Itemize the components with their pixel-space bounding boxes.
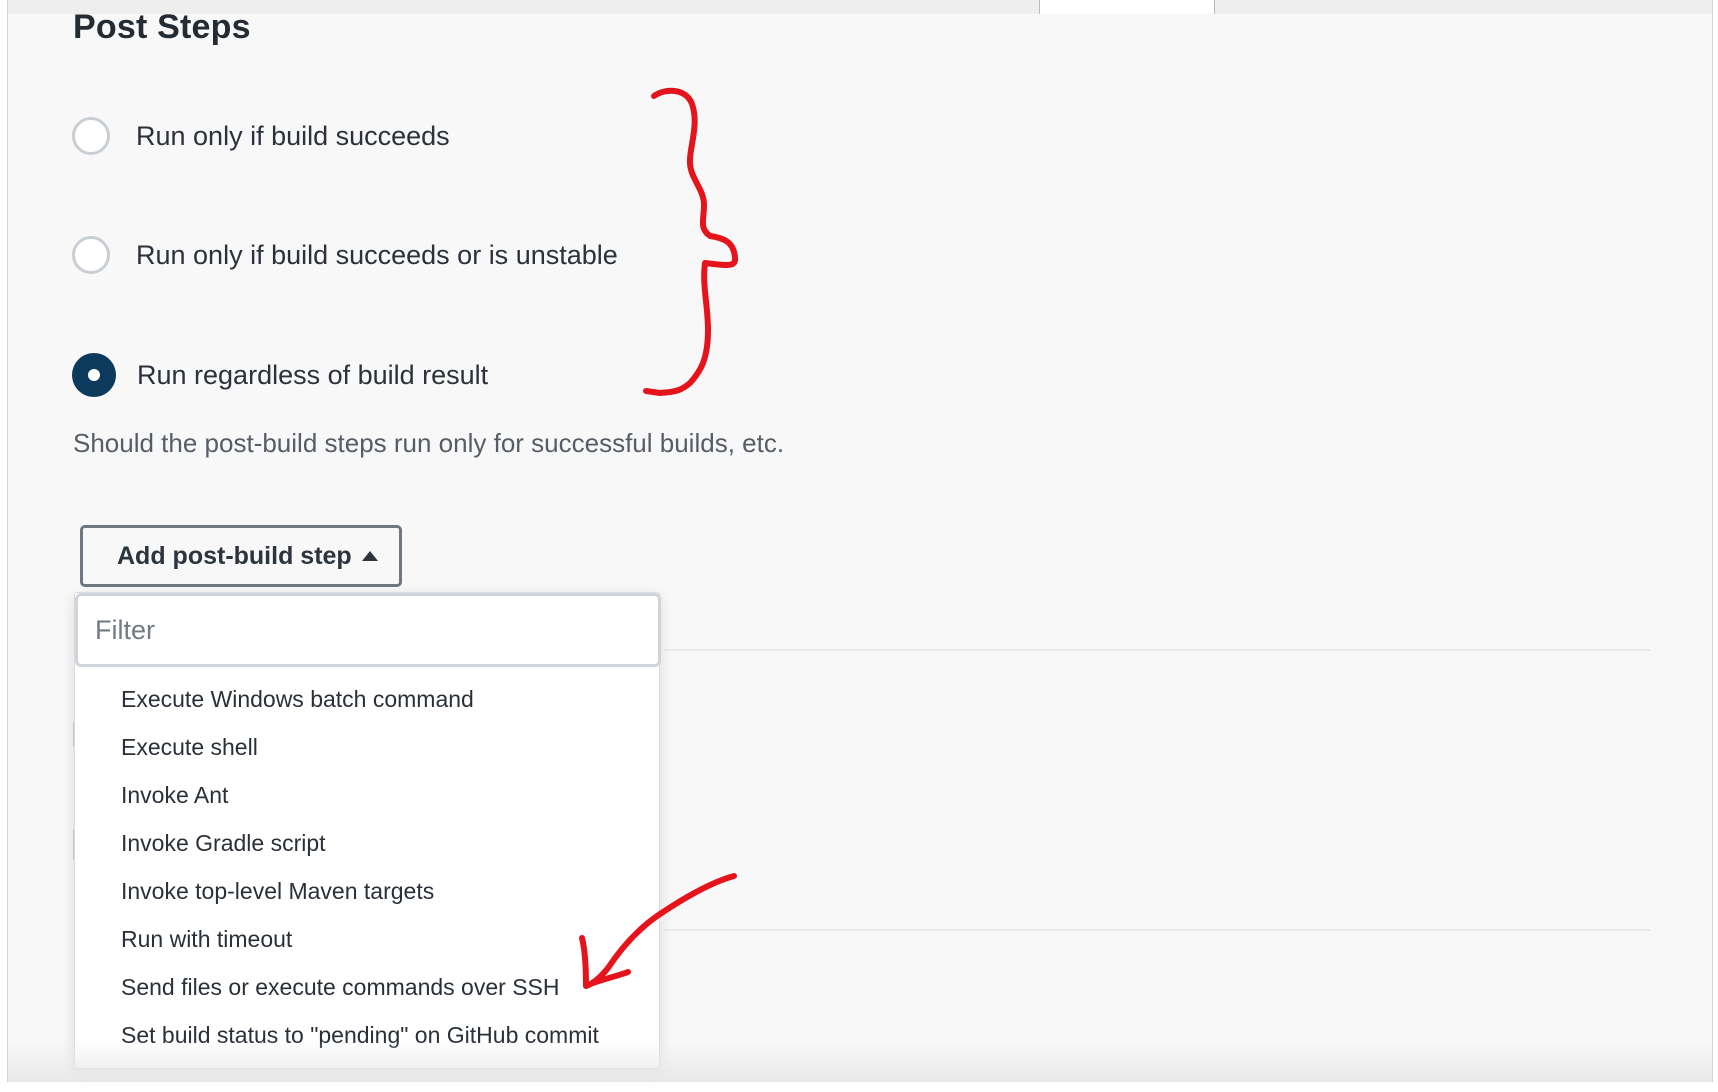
divider [664,649,1650,651]
radio-label: Run regardless of build result [137,359,489,390]
radio-button-selected[interactable] [72,353,116,397]
menu-item-maven-targets[interactable]: Invoke top-level Maven targets [75,867,659,915]
radio-label: Run only if build succeeds [136,120,450,151]
help-text: Should the post-build steps run only for… [73,428,785,458]
radio-button[interactable] [72,236,110,274]
top-tab-strip [8,0,1712,14]
menu-item-invoke-ant[interactable]: Invoke Ant [75,771,659,819]
caret-up-icon [361,551,378,561]
add-post-build-step-button[interactable]: Add post-build step [80,525,402,587]
post-build-step-menu: Execute Windows batch command Execute sh… [75,667,659,1059]
post-build-step-dropdown: Execute Windows batch command Execute sh… [74,592,661,1069]
radio-option-succeeds-or-unstable[interactable]: Run only if build succeeds or is unstabl… [72,232,618,278]
menu-item-execute-shell[interactable]: Execute shell [75,723,659,771]
divider [664,929,1650,931]
active-tab-edge [1039,0,1215,14]
add-post-build-step-label: Add post-build step [117,541,352,570]
radio-option-regardless[interactable]: Run regardless of build result [72,352,488,398]
filter-input[interactable] [75,593,661,667]
menu-item-run-with-timeout[interactable]: Run with timeout [75,915,659,963]
menu-item-gradle-script[interactable]: Invoke Gradle script [75,819,659,867]
radio-button[interactable] [72,117,110,155]
bottom-fade [8,1040,1712,1082]
radio-option-succeeds[interactable]: Run only if build succeeds [72,113,450,159]
menu-item-windows-batch[interactable]: Execute Windows batch command [75,675,659,723]
section-title: Post Steps [73,8,251,46]
radio-label: Run only if build succeeds or is unstabl… [136,239,618,270]
menu-item-ssh[interactable]: Send files or execute commands over SSH [75,963,659,1011]
